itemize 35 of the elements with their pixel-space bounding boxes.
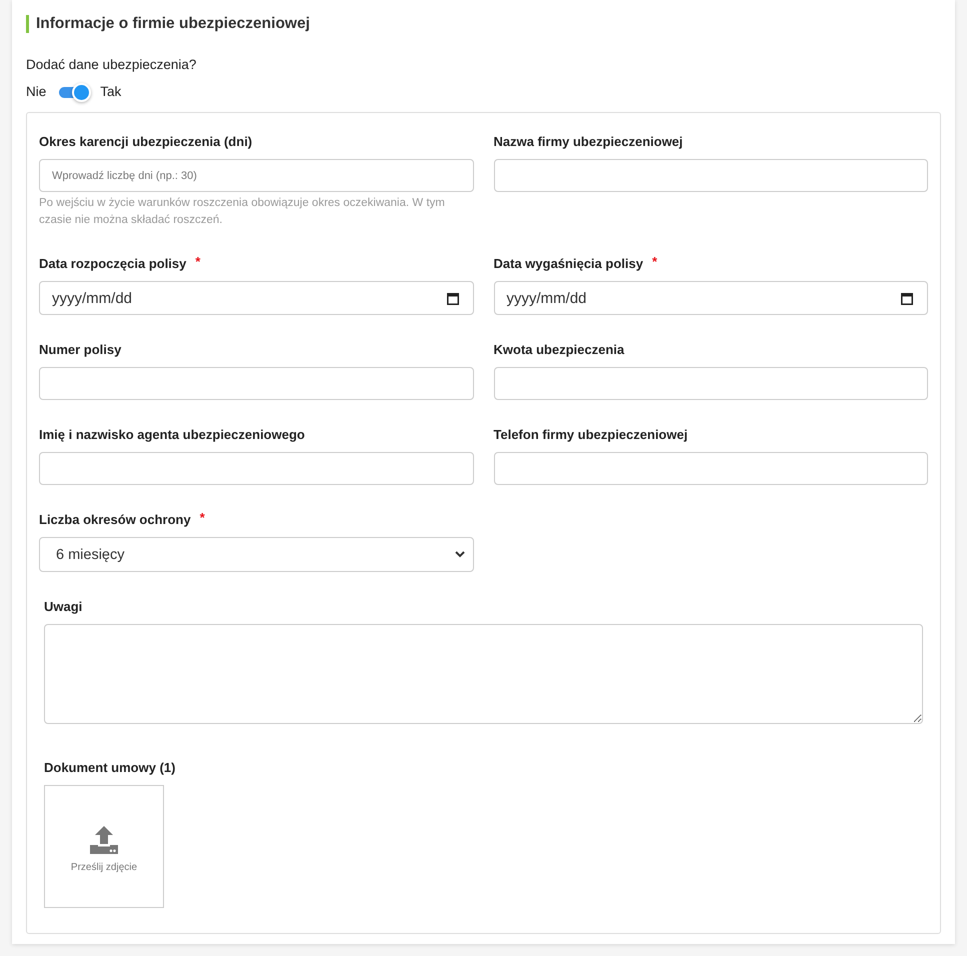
date-field[interactable]: yyyy/mm/dd — [39, 281, 474, 315]
field-label: Data wygaśnięcia polisy — [494, 255, 644, 273]
required-mark: * — [200, 511, 205, 525]
date-field[interactable]: yyyy/mm/dd — [494, 281, 928, 315]
text-input[interactable] — [494, 159, 928, 192]
text-input[interactable] — [494, 367, 928, 400]
upload-icon — [89, 825, 119, 855]
field-label: Uwagi — [44, 598, 82, 616]
dropdown[interactable]: 6 miesięcy — [39, 537, 474, 572]
question-text: Dodać dane ubezpieczenia? — [26, 56, 196, 74]
field-label: Imię i nazwisko agenta ubezpieczeniowego — [39, 426, 305, 444]
calendar-icon — [446, 292, 458, 304]
upload-button[interactable]: Prześlij zdjęcie — [44, 785, 164, 908]
section-title: Informacje o firmie ubezpieczeniowej — [26, 15, 310, 33]
field-label: Dokument umowy (1) — [44, 759, 176, 777]
notes-field[interactable] — [44, 624, 923, 724]
chevron-down-icon — [454, 551, 464, 558]
toggle-on-label: Tak — [100, 83, 122, 101]
field-label: Kwota ubezpieczenia — [494, 341, 624, 359]
text-input[interactable] — [39, 452, 474, 485]
field-label: Data rozpoczęcia polisy — [39, 255, 186, 273]
text-input[interactable] — [39, 367, 474, 400]
required-mark: * — [195, 255, 200, 269]
calendar-icon — [901, 292, 913, 304]
field-label: Nazwa firmy ubezpieczeniowej — [494, 133, 683, 151]
field-label: Okres karencji ubezpieczenia (dni) — [39, 133, 252, 151]
field-label: Numer polisy — [39, 341, 122, 359]
field-label: Telefon firmy ubezpieczeniowej — [494, 426, 688, 444]
required-mark: * — [652, 255, 658, 269]
help-text: Po wejściu w życie warunków roszczenia obowiązuje okres oczekiwania. W tym czasie nie można składać roszczeń. — [39, 196, 446, 228]
toggle-off-label: Nie — [26, 83, 46, 101]
field-label: Liczba okresów ochrony — [39, 511, 191, 529]
text-input[interactable] — [494, 452, 928, 485]
toggle-switch[interactable] — [58, 82, 92, 102]
text-input[interactable]: Wprowadź liczbę dni (np.: 30) — [39, 159, 474, 192]
